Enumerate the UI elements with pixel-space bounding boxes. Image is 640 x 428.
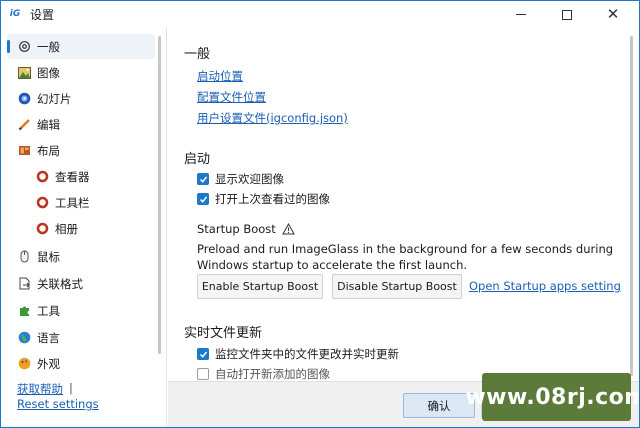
image-icon [17, 66, 31, 80]
checkbox-checked-icon [197, 348, 209, 360]
title-bar: iG 设置 ✕ [1, 1, 639, 28]
sidebar-item-slideshow[interactable]: 幻灯片 [7, 86, 155, 111]
sidebar-item-gallery[interactable]: 相册 [7, 216, 155, 241]
sidebar-item-tools[interactable]: 工具 [7, 298, 155, 323]
watch-folder-changes-checkbox[interactable]: 监控文件夹中的文件更改并实时更新 [197, 346, 399, 362]
section-title-startup: 启动 [184, 152, 211, 167]
slideshow-icon [17, 92, 31, 106]
sidebar-item-edit[interactable]: 编辑 [7, 112, 155, 137]
ring-icon [35, 170, 49, 184]
config-location-link[interactable]: 配置文件位置 [197, 89, 266, 105]
sidebar-item-label: 一般 [37, 39, 60, 54]
watermark-text: www.08rj.com [465, 384, 640, 410]
checkbox-checked-icon [197, 173, 209, 185]
site-watermark: www.08rj.com [465, 373, 639, 421]
help-link[interactable]: 获取帮助 [17, 381, 63, 397]
close-button[interactable]: ✕ [590, 1, 636, 28]
globe-icon [17, 331, 31, 345]
layout-icon [17, 144, 31, 158]
checkbox-label: 监控文件夹中的文件更改并实时更新 [215, 347, 399, 361]
startup-boost-heading: Startup Boost [197, 222, 295, 236]
sidebar-item-label: 编辑 [37, 117, 60, 132]
startup-boost-description: Preload and run ImageGlass in the backgr… [197, 242, 614, 272]
sidebar: 一般 图像 幻灯片 编辑 布局 查看器 工具栏 相册 鼠标 关联格式 工具 语言… [1, 28, 167, 373]
disable-startup-boost-button[interactable]: Disable Startup Boost [332, 274, 462, 299]
sidebar-item-label: 查看器 [55, 169, 90, 184]
maximize-icon [562, 9, 572, 20]
ok-button[interactable]: 确认 [403, 393, 475, 418]
appearance-icon [17, 357, 31, 371]
sidebar-item-label: 相册 [55, 221, 78, 236]
gear-icon [17, 40, 31, 54]
close-icon: ✕ [606, 5, 620, 23]
content-scrollbar[interactable] [630, 36, 633, 376]
checkbox-label: 自动打开新添加的图像 [215, 367, 330, 381]
startup-boost-title: Startup Boost [197, 222, 276, 236]
sidebar-item-toolbar[interactable]: 工具栏 [7, 190, 155, 215]
sidebar-item-label: 布局 [37, 143, 60, 158]
reset-settings-link[interactable]: Reset settings [17, 397, 99, 411]
puzzle-icon [17, 304, 31, 318]
settings-window: iG 设置 ✕ 一般 图像 幻灯片 编辑 布局 查看器 工具栏 相册 鼠标 关联… [0, 0, 640, 428]
sidebar-item-appearance[interactable]: 外观 [7, 351, 155, 373]
open-last-image-checkbox[interactable]: 打开上次查看过的图像 [197, 191, 330, 207]
checkbox-unchecked-icon [197, 368, 209, 380]
settings-content: 一般 启动位置 配置文件位置 用户设置文件(igconfig.json) 启动 … [168, 28, 638, 381]
sidebar-item-label: 外观 [37, 356, 60, 371]
sidebar-item-file-association[interactable]: 关联格式 [7, 271, 155, 296]
sidebar-item-label: 语言 [37, 330, 60, 345]
window-title: 设置 [30, 8, 55, 22]
sidebar-item-label: 幻灯片 [37, 91, 72, 106]
sidebar-footer: 获取帮助 | Reset settings [1, 373, 167, 427]
sidebar-item-image[interactable]: 图像 [7, 60, 155, 85]
sidebar-item-viewer[interactable]: 查看器 [7, 164, 155, 189]
checkbox-label: 打开上次查看过的图像 [215, 192, 330, 206]
warning-icon [281, 223, 295, 235]
sidebar-item-label: 图像 [37, 65, 60, 80]
ring-icon [35, 196, 49, 210]
active-indicator [7, 40, 10, 53]
sidebar-item-label: 关联格式 [37, 276, 83, 291]
sidebar-item-language[interactable]: 语言 [7, 325, 155, 350]
sidebar-item-label: 工具栏 [55, 195, 90, 210]
maximize-button[interactable] [544, 1, 590, 28]
file-association-icon [17, 277, 31, 291]
sidebar-item-label: 鼠标 [37, 249, 60, 264]
mouse-icon [17, 250, 31, 264]
startup-location-link[interactable]: 启动位置 [197, 68, 243, 84]
auto-open-new-image-checkbox[interactable]: 自动打开新添加的图像 [197, 366, 330, 381]
user-config-file-link[interactable]: 用户设置文件(igconfig.json) [197, 110, 348, 126]
sidebar-item-general[interactable]: 一般 [7, 34, 155, 59]
pencil-icon [17, 118, 31, 132]
ring-icon [35, 222, 49, 236]
section-title-realtime: 实时文件更新 [184, 326, 263, 341]
checkbox-checked-icon [197, 193, 209, 205]
checkbox-label: 显示欢迎图像 [215, 172, 284, 186]
minimize-icon [516, 14, 526, 15]
enable-startup-boost-button[interactable]: Enable Startup Boost [197, 274, 323, 299]
footer-separator: | [69, 381, 73, 395]
sidebar-item-label: 工具 [37, 303, 60, 318]
show-welcome-image-checkbox[interactable]: 显示欢迎图像 [197, 171, 284, 187]
minimize-button[interactable] [498, 1, 544, 28]
imageglass-app-icon: iG [9, 9, 21, 19]
sidebar-scrollbar[interactable] [158, 36, 161, 354]
sidebar-item-layout[interactable]: 布局 [7, 138, 155, 163]
open-startup-apps-link[interactable]: Open Startup apps setting [469, 279, 621, 293]
section-title-general: 一般 [184, 47, 211, 62]
sidebar-item-mouse[interactable]: 鼠标 [7, 244, 155, 269]
